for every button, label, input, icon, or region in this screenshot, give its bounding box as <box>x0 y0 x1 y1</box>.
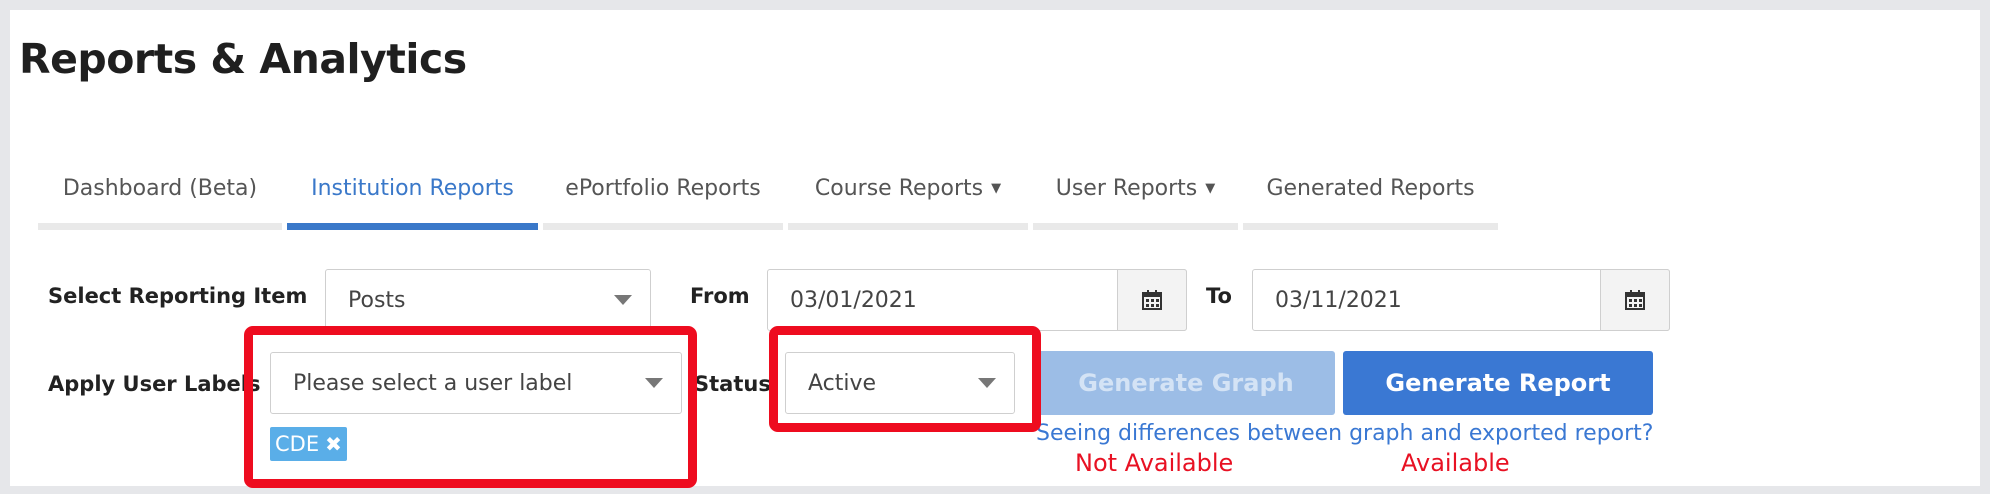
tab-label: Course Reports <box>814 176 984 201</box>
generate-graph-button[interactable]: Generate Graph <box>1037 351 1335 415</box>
reporting-item-value: Posts <box>348 287 406 313</box>
graph-availability-note: Not Available <box>1075 449 1234 477</box>
calendar-button-to[interactable] <box>1600 269 1670 331</box>
to-label: To <box>1206 284 1232 308</box>
tab-user-reports[interactable]: User Reports ▼ <box>1033 160 1238 230</box>
reporting-item-label: Select Reporting Item <box>48 284 308 308</box>
tab-label: Generated Reports <box>1266 176 1475 201</box>
calendar-icon <box>1625 290 1645 310</box>
graph-report-differences-link[interactable]: Seeing differences between graph and exp… <box>1036 421 1653 446</box>
generate-graph-label: Generate Graph <box>1078 369 1294 397</box>
tab-label: User Reports <box>1055 176 1198 201</box>
calendar-button-from[interactable] <box>1117 269 1187 331</box>
chevron-down-icon <box>614 295 632 305</box>
report-availability-note: Available <box>1401 449 1510 477</box>
tab-course-reports[interactable]: Course Reports ▼ <box>788 160 1028 230</box>
user-label-placeholder: Please select a user label <box>293 370 573 396</box>
tab-generated-reports[interactable]: Generated Reports <box>1243 160 1498 230</box>
remove-tag-icon[interactable]: ✖ <box>325 432 342 456</box>
user-label-tag: CDE ✖ <box>270 427 347 461</box>
tab-dashboard-beta[interactable]: Dashboard (Beta) <box>38 160 282 230</box>
user-labels-label: Apply User Labels <box>48 372 261 396</box>
generate-report-button[interactable]: Generate Report <box>1343 351 1653 415</box>
status-select[interactable]: Active <box>785 352 1015 414</box>
calendar-icon <box>1142 290 1162 310</box>
status-value: Active <box>808 370 877 396</box>
caret-down-icon: ▼ <box>1205 181 1216 196</box>
tab-label: ePortfolio Reports <box>565 176 761 201</box>
reporting-item-select[interactable]: Posts <box>325 269 651 331</box>
tab-eportfolio-reports[interactable]: ePortfolio Reports <box>543 160 783 230</box>
tab-label: Institution Reports <box>311 176 514 201</box>
page-title: Reports & Analytics <box>19 35 467 83</box>
to-date-value: 03/11/2021 <box>1275 287 1402 313</box>
chevron-down-icon <box>645 378 663 388</box>
tab-institution-reports[interactable]: Institution Reports <box>287 160 538 230</box>
from-label: From <box>690 284 750 308</box>
user-label-select[interactable]: Please select a user label <box>270 352 682 414</box>
from-date-value: 03/01/2021 <box>790 287 917 313</box>
from-date-field[interactable]: 03/01/2021 <box>767 269 1187 331</box>
chevron-down-icon <box>978 378 996 388</box>
generate-report-label: Generate Report <box>1385 369 1611 397</box>
status-label: Status <box>694 372 771 396</box>
tag-label: CDE <box>275 432 320 456</box>
to-date-field[interactable]: 03/11/2021 <box>1252 269 1670 331</box>
tab-label: Dashboard (Beta) <box>62 176 258 201</box>
caret-down-icon: ▼ <box>991 181 1002 196</box>
